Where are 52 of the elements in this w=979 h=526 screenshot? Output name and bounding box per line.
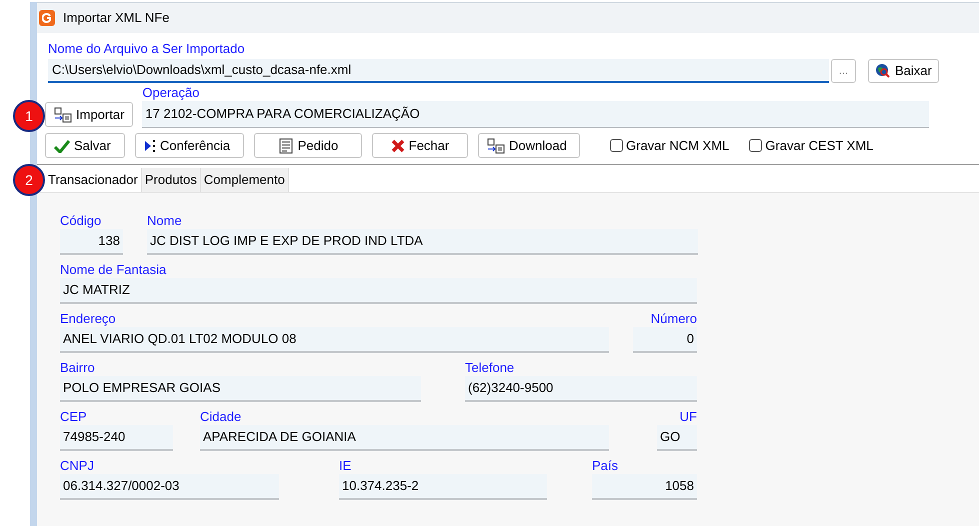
form-field[interactable]: 0	[633, 327, 697, 353]
field-label: Telefone	[465, 360, 516, 376]
app-logo	[39, 10, 55, 26]
action-button[interactable]: Pedido	[254, 133, 362, 158]
action-button[interactable]: Fechar	[372, 133, 468, 158]
field-label: Nome do Arquivo a Ser Importado	[48, 41, 246, 57]
import-icon	[54, 106, 72, 122]
form-field[interactable]: GO	[657, 425, 697, 451]
form-field[interactable]: JC DIST LOG IMP E EXP DE PROD IND LTDA	[147, 229, 698, 255]
field-label: Nome	[147, 213, 183, 229]
action-button[interactable]: Salvar	[45, 133, 125, 158]
form-field[interactable]: 74985-240	[60, 425, 173, 451]
option-checkbox[interactable]: Gravar CEST XML	[749, 136, 874, 156]
document-icon	[278, 138, 294, 154]
field-label: Número	[650, 311, 697, 327]
tab[interactable]: Produtos	[142, 168, 201, 192]
form-field[interactable]: POLO EMPRESAR GOIAS	[60, 376, 421, 402]
form-field[interactable]: APARECIDA DE GOIANIA	[200, 425, 609, 451]
form-field[interactable]: ANEL VIARIO QD.01 LT02 MODULO 08	[60, 327, 609, 353]
window-title: Importar XML NFe	[63, 9, 170, 28]
field-label: CEP	[60, 409, 88, 425]
field-label: UF	[678, 409, 697, 425]
field-label: IE	[339, 458, 352, 474]
tab[interactable]: Complemento	[200, 168, 289, 192]
option-checkbox[interactable]: Gravar NCM XML	[610, 136, 730, 156]
form-field[interactable]: (62)3240-9500	[465, 376, 697, 402]
action-button[interactable]: Download	[478, 133, 580, 158]
form-field[interactable]: 1058	[592, 474, 697, 500]
globe-search-icon	[875, 63, 891, 79]
field-label: Operação	[142, 85, 200, 101]
field-label: Cidade	[200, 409, 242, 425]
operation-field[interactable]: 17 2102-COMPRA PARA COMERCIALIZAÇÃO	[142, 101, 930, 128]
form-field[interactable]: JC MATRIZ	[60, 278, 697, 304]
field-label: CNPJ	[60, 458, 95, 474]
field-label: Código	[60, 213, 102, 229]
import-button[interactable]: Importar	[45, 102, 134, 127]
field-label: Endereço	[60, 311, 117, 327]
close-icon	[390, 138, 405, 152]
action-button[interactable]: Conferência	[135, 133, 244, 158]
browse-button[interactable]: ...	[831, 59, 856, 83]
fetch-file-button[interactable]: Baixar	[868, 59, 939, 83]
form-field[interactable]: 138	[60, 229, 123, 255]
field-label: Bairro	[60, 360, 96, 376]
tab[interactable]: Transacionador	[45, 168, 142, 192]
form-field[interactable]: 10.374.235-2	[339, 474, 547, 500]
play-icon	[144, 138, 156, 152]
field-label: País	[592, 458, 620, 474]
file-path-field[interactable]: C:\Users\elvio\Downloads\xml_custo_dcasa-nfe.xml	[48, 59, 829, 83]
field-label: Nome de Fantasia	[60, 262, 168, 278]
check-icon	[54, 138, 70, 152]
import-icon	[487, 138, 505, 154]
form-field[interactable]: 06.314.327/0002-03	[60, 474, 279, 500]
